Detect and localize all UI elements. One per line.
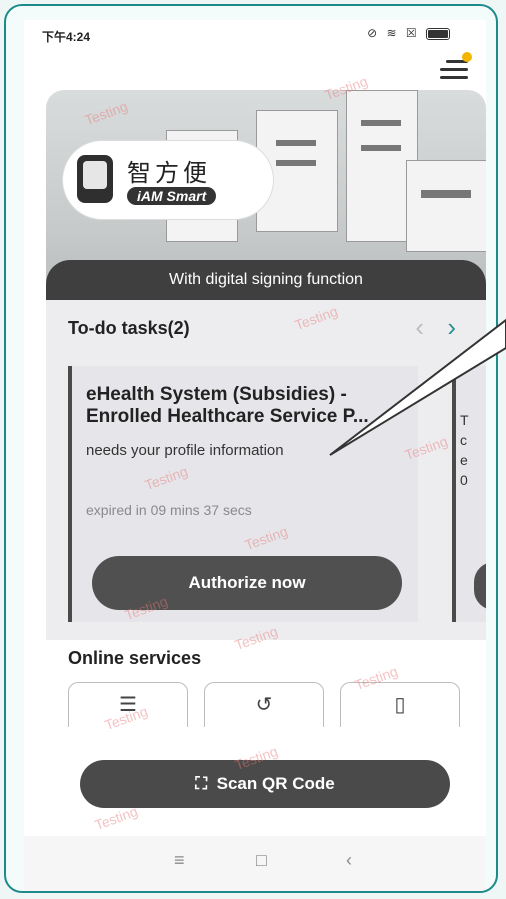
back-icon[interactable]: ‹ [346, 850, 352, 871]
online-services-title: Online services [68, 648, 202, 668]
next-card-text: T c e 0 [460, 412, 469, 488]
menu-line-icon [440, 76, 468, 79]
bookmark-icon: ▯ [394, 694, 406, 716]
sim-icon: ☒ [405, 26, 420, 40]
app-screen: 下午4:24 ⊘ ≋ ☒ 智方便 iAM Smart With digital … [24, 20, 486, 891]
logo-english-text: iAM Smart [127, 187, 217, 205]
scan-qr-button[interactable]: ⛶ Scan QR Code [80, 760, 450, 808]
next-card-button[interactable] [474, 562, 486, 610]
chevron-left-icon[interactable]: ‹ [415, 312, 424, 343]
qr-scan-icon: ⛶ [195, 774, 208, 793]
service-bookmark-button[interactable]: ▯ [340, 682, 460, 727]
status-time: 下午4:24 [42, 30, 91, 44]
scan-qr-label: Scan QR Code [216, 774, 335, 793]
authorize-now-button[interactable]: Authorize now [92, 556, 402, 610]
phone-logo-icon [77, 155, 113, 203]
todo-card[interactable]: eHealth System (Subsidies) - Enrolled He… [68, 366, 418, 622]
status-bar: 下午4:24 ⊘ ≋ ☒ [24, 20, 486, 60]
todo-section: To-do tasks(2) ‹ › eHealth System (Subsi… [46, 300, 486, 640]
next-todo-card[interactable]: T c e 0 [452, 366, 486, 622]
card-title-line2: Enrolled Healthcare Service P... [86, 406, 369, 427]
recent-apps-icon[interactable]: ≡ [174, 850, 185, 871]
notification-dot-icon [462, 52, 472, 62]
card-title-line1: eHealth System (Subsidies) - [86, 384, 347, 405]
menu-line-icon [440, 68, 468, 71]
home-icon[interactable]: □ [256, 850, 267, 871]
todo-header: To-do tasks(2) [68, 318, 190, 338]
alarm-icon: ⊘ [367, 26, 381, 40]
service-history-button[interactable]: ↺ [204, 682, 324, 727]
status-icons: ⊘ ≋ ☒ [367, 26, 450, 40]
battery-icon [426, 27, 450, 40]
history-icon: ↺ [255, 694, 273, 716]
chevron-right-icon[interactable]: › [447, 312, 456, 343]
phone-frame: 下午4:24 ⊘ ≋ ☒ 智方便 iAM Smart With digital … [4, 4, 498, 893]
list-icon: ☰ [119, 694, 137, 716]
card-expiry: expired in 09 mins 37 secs [86, 502, 252, 518]
menu-button[interactable] [440, 52, 472, 82]
logo-chinese-text: 智方便 [127, 159, 211, 187]
service-list-button[interactable]: ☰ [68, 682, 188, 727]
card-subtitle: needs your profile information [86, 442, 284, 459]
banner-caption: With digital signing function [46, 260, 486, 300]
system-nav-bar: ≡ □ ‹ [24, 836, 486, 891]
wifi-icon: ≋ [386, 26, 400, 40]
tram-illustration [406, 160, 486, 252]
iam-smart-logo: 智方便 iAM Smart [62, 140, 274, 220]
